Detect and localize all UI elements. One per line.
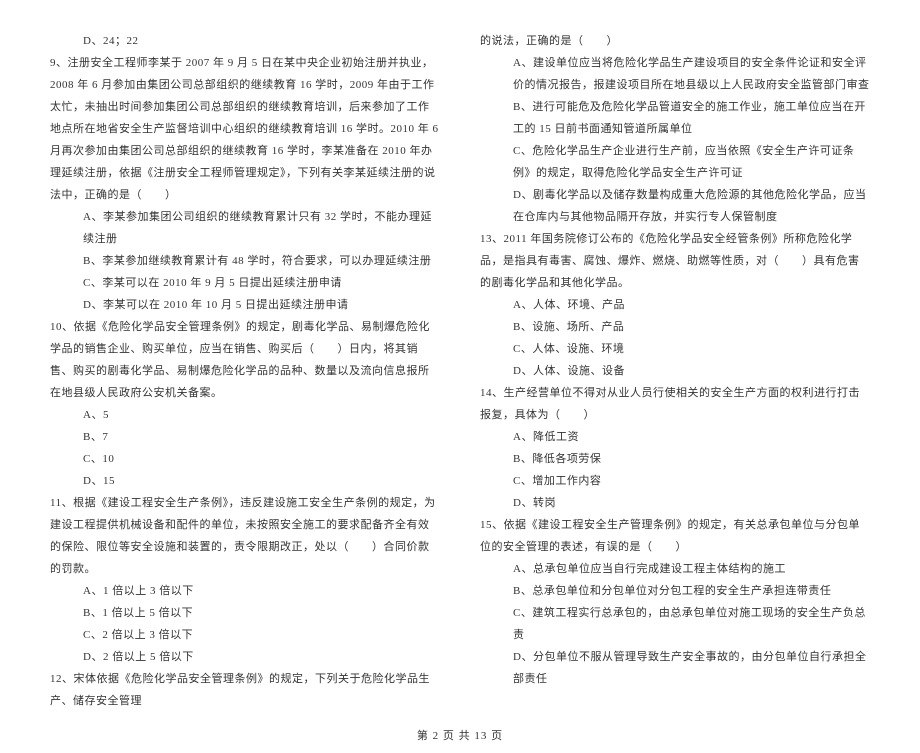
q11-option-d: D、2 倍以上 5 倍以下 [50, 646, 440, 668]
q10-stem: 10、依据《危险化学品安全管理条例》的规定，剧毒化学品、易制爆危险化学品的销售企… [50, 316, 440, 404]
q12-option-d: D、剧毒化学品以及储存数量构成重大危险源的其他危险化学品，应当在仓库内与其他物品… [480, 184, 870, 228]
q9-option-b: B、李某参加继续教育累计有 48 学时，符合要求，可以办理延续注册 [50, 250, 440, 272]
q14-option-c: C、增加工作内容 [480, 470, 870, 492]
q10-option-c: C、10 [50, 448, 440, 470]
q11-option-b: B、1 倍以上 5 倍以下 [50, 602, 440, 624]
q12-stem-cont: 的说法，正确的是（ ） [480, 30, 870, 52]
page-footer: 第 2 页 共 13 页 [50, 727, 870, 743]
right-column: 的说法，正确的是（ ） A、建设单位应当将危险化学品生产建设项目的安全条件论证和… [480, 30, 870, 712]
q9-option-c: C、李某可以在 2010 年 9 月 5 日提出延续注册申请 [50, 272, 440, 294]
q8-option-d: D、24；22 [50, 30, 440, 52]
q9-option-a: A、李某参加集团公司组织的继续教育累计只有 32 学时，不能办理延续注册 [50, 206, 440, 250]
q12-option-a: A、建设单位应当将危险化学品生产建设项目的安全条件论证和安全评价的情况报告，报建… [480, 52, 870, 96]
q15-option-a: A、总承包单位应当自行完成建设工程主体结构的施工 [480, 558, 870, 580]
q10-option-a: A、5 [50, 404, 440, 426]
q15-option-b: B、总承包单位和分包单位对分包工程的安全生产承担连带责任 [480, 580, 870, 602]
q10-option-b: B、7 [50, 426, 440, 448]
q14-option-d: D、转岗 [480, 492, 870, 514]
q11-stem: 11、根据《建设工程安全生产条例》，违反建设施工安全生产条例的规定，为建设工程提… [50, 492, 440, 580]
q13-stem: 13、2011 年国务院修订公布的《危险化学品安全经管条例》所称危险化学品，是指… [480, 228, 870, 294]
q11-option-a: A、1 倍以上 3 倍以下 [50, 580, 440, 602]
q14-stem: 14、生产经营单位不得对从业人员行使相关的安全生产方面的权利进行打击报复，具体为… [480, 382, 870, 426]
left-column: D、24；22 9、注册安全工程师李某于 2007 年 9 月 5 日在某中央企… [50, 30, 440, 712]
q14-option-b: B、降低各项劳保 [480, 448, 870, 470]
q13-option-b: B、设施、场所、产品 [480, 316, 870, 338]
q9-stem: 9、注册安全工程师李某于 2007 年 9 月 5 日在某中央企业初始注册并执业… [50, 52, 440, 206]
q12-stem: 12、宋体依据《危险化学品安全管理条例》的规定，下列关于危险化学品生产、储存安全… [50, 668, 440, 712]
q9-option-d: D、李某可以在 2010 年 10 月 5 日提出延续注册申请 [50, 294, 440, 316]
q13-option-c: C、人体、设施、环境 [480, 338, 870, 360]
q13-option-a: A、人体、环境、产品 [480, 294, 870, 316]
q15-option-c: C、建筑工程实行总承包的，由总承包单位对施工现场的安全生产负总责 [480, 602, 870, 646]
q12-option-c: C、危险化学品生产企业进行生产前，应当依照《安全生产许可证条例》的规定，取得危险… [480, 140, 870, 184]
q14-option-a: A、降低工资 [480, 426, 870, 448]
q13-option-d: D、人体、设施、设备 [480, 360, 870, 382]
q11-option-c: C、2 倍以上 3 倍以下 [50, 624, 440, 646]
q10-option-d: D、15 [50, 470, 440, 492]
q15-option-d: D、分包单位不服从管理导致生产安全事故的，由分包单位自行承担全部责任 [480, 646, 870, 690]
q12-option-b: B、进行可能危及危险化学品管道安全的施工作业，施工单位应当在开工的 15 日前书… [480, 96, 870, 140]
q15-stem: 15、依据《建设工程安全生产管理条例》的规定，有关总承包单位与分包单位的安全管理… [480, 514, 870, 558]
